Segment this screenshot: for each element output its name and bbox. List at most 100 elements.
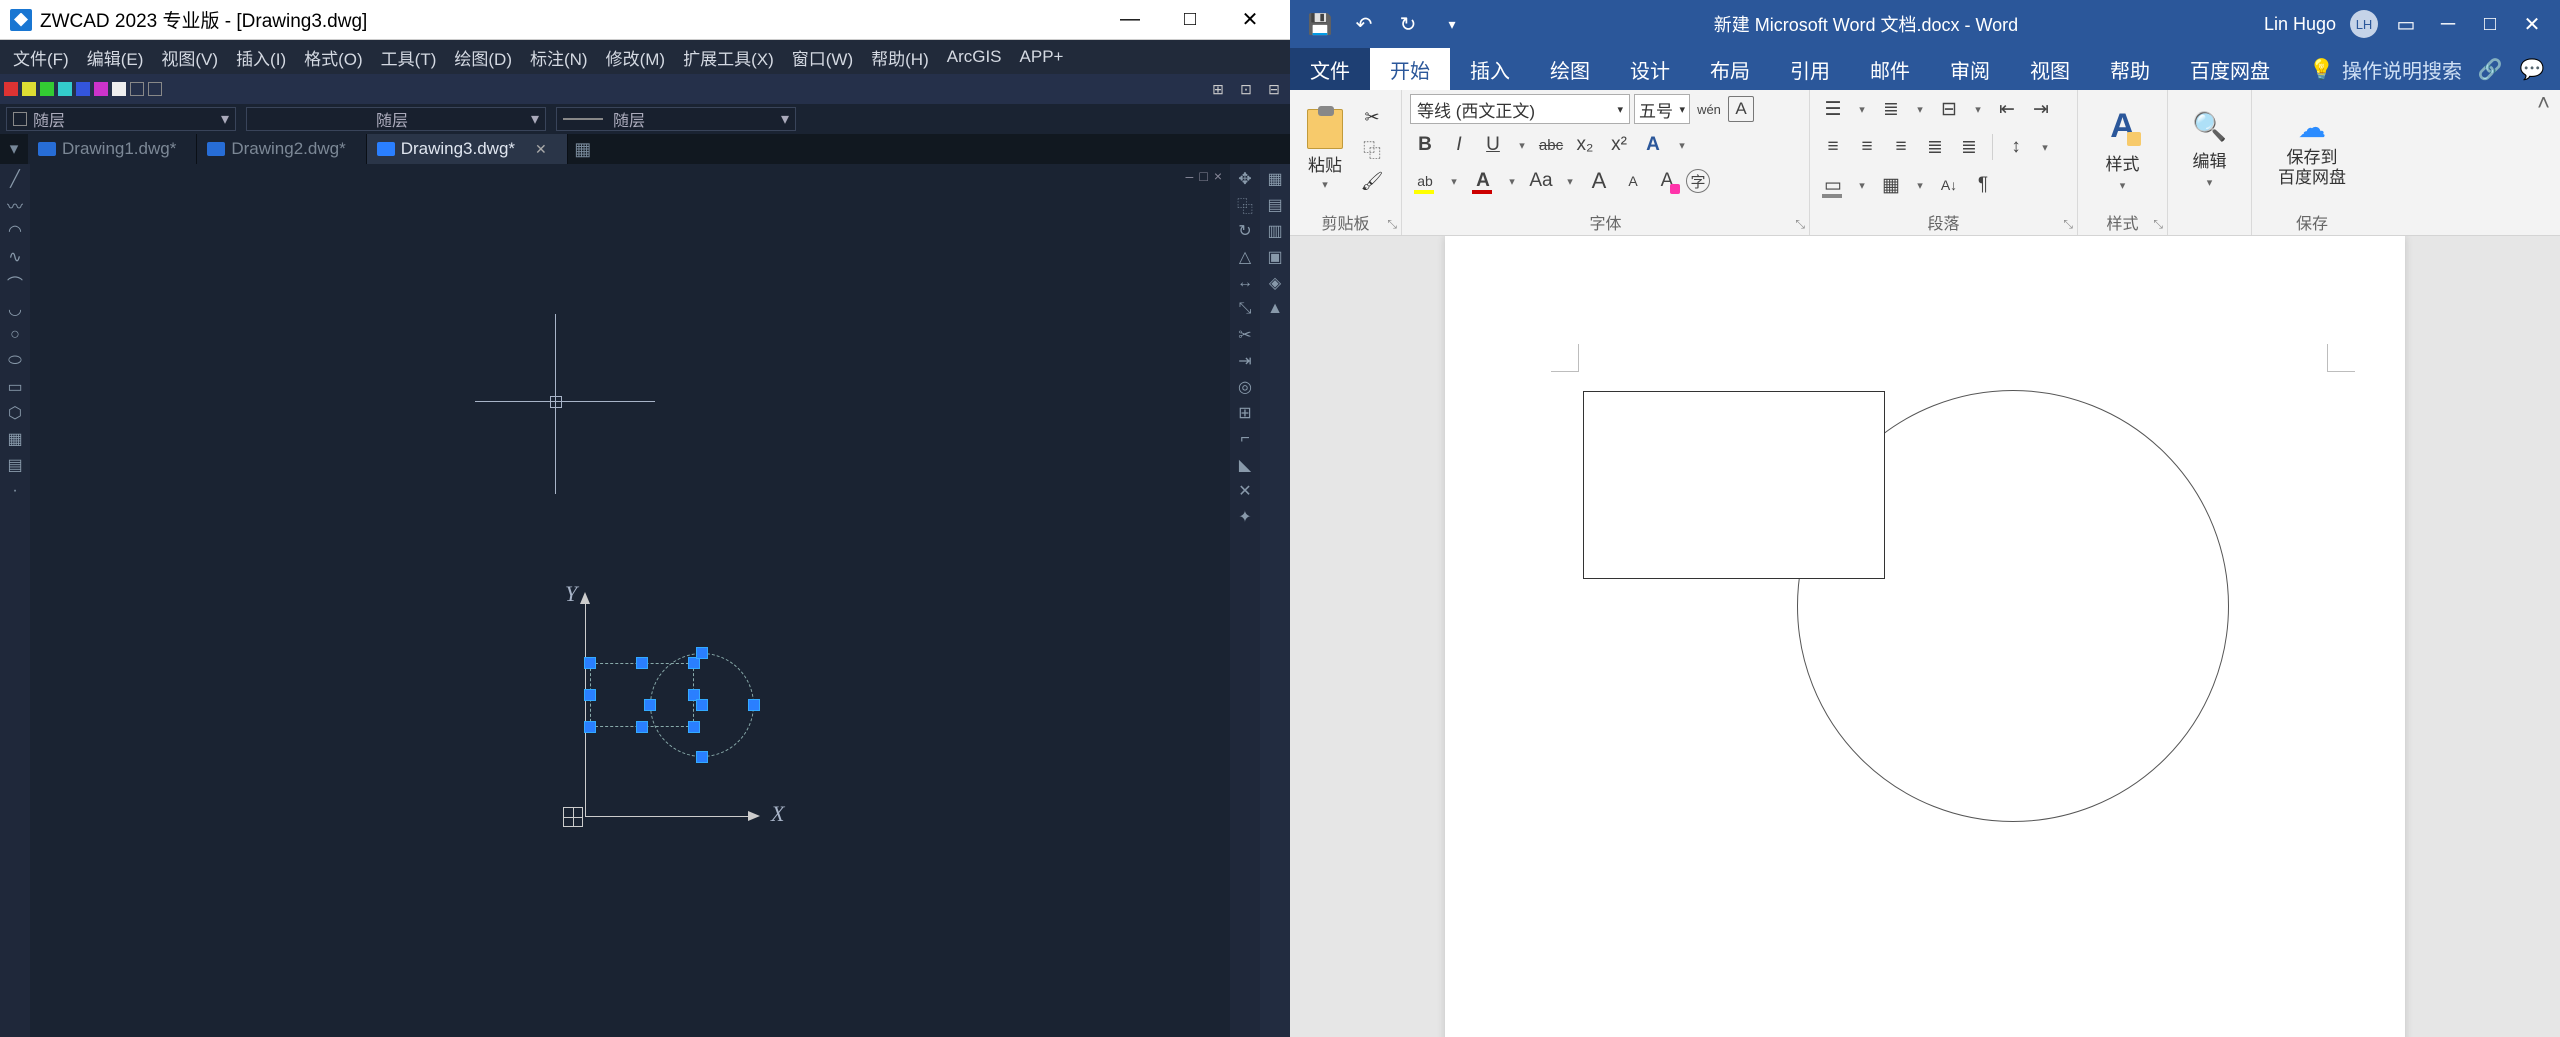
word-user-name[interactable]: Lin Hugo xyxy=(2264,14,2336,35)
color-yellow-icon[interactable] xyxy=(22,82,36,96)
tab-view[interactable]: 视图 xyxy=(2010,48,2090,90)
align-justify-button[interactable]: ≣ xyxy=(1920,132,1950,162)
menu-help[interactable]: 帮助(H) xyxy=(862,45,938,70)
menu-edit[interactable]: 编辑(E) xyxy=(78,45,153,70)
tell-me-search[interactable]: 💡 操作说明搜索 xyxy=(2309,55,2462,84)
collapse-ribbon-icon[interactable]: ˄ xyxy=(2537,90,2550,229)
scale-tool-icon[interactable]: ⤡ xyxy=(1234,298,1256,320)
word-minimize-button[interactable]: ─ xyxy=(2434,10,2462,38)
arc2-tool-icon[interactable]: ⌒ xyxy=(4,272,26,294)
qat-customize-icon[interactable]: ▾ xyxy=(1438,10,1466,38)
tab-references[interactable]: 引用 xyxy=(1770,48,1850,90)
stretch-tool-icon[interactable]: ↔ xyxy=(1234,272,1256,294)
table-tool-icon[interactable]: ▤ xyxy=(4,454,26,476)
polyline-tool-icon[interactable]: 〰 xyxy=(4,194,26,216)
increase-indent-button[interactable]: ⇥ xyxy=(2026,94,2056,124)
word-close-button[interactable]: ✕ xyxy=(2518,10,2546,38)
font-color-button[interactable]: A xyxy=(1468,166,1498,196)
zwcad-titlebar[interactable]: ZWCAD 2023 专业版 - [Drawing3.dwg] — □ ✕ xyxy=(0,0,1290,40)
borders-button[interactable]: ▦ xyxy=(1876,170,1906,200)
copy-icon[interactable]: ⿻ xyxy=(1358,136,1386,164)
tab-baidu[interactable]: 百度网盘 xyxy=(2170,48,2290,90)
strike-button[interactable]: abc xyxy=(1536,130,1566,160)
arc-tool-icon[interactable]: ◠ xyxy=(4,220,26,242)
menu-file[interactable]: 文件(F) xyxy=(4,45,78,70)
font-size-dropdown[interactable]: 五号▾ xyxy=(1634,94,1690,124)
palette1-icon[interactable]: ▦ xyxy=(1264,168,1286,190)
tab-help[interactable]: 帮助 xyxy=(2090,48,2170,90)
grip[interactable] xyxy=(584,721,596,733)
superscript-button[interactable]: x² xyxy=(1604,130,1634,160)
menu-insert[interactable]: 插入(I) xyxy=(227,45,295,70)
array-tool-icon[interactable]: ⊞ xyxy=(1234,402,1256,424)
shading-button[interactable]: ▭ xyxy=(1818,170,1848,200)
distribute-button[interactable]: ≣ xyxy=(1954,132,1984,162)
font-name-dropdown[interactable]: 等线 (西文正文)▾ xyxy=(1410,94,1630,124)
tab-close-icon[interactable]: ✕ xyxy=(535,141,547,158)
shrink-font-button[interactable]: A xyxy=(1618,166,1648,196)
show-marks-button[interactable]: ¶ xyxy=(1968,170,1998,200)
menu-dimension[interactable]: 标注(N) xyxy=(521,45,597,70)
inner-close[interactable]: × xyxy=(1214,168,1222,184)
tool-c-icon[interactable]: ⊟ xyxy=(1262,77,1286,101)
color-magenta-icon[interactable] xyxy=(94,82,108,96)
fillet-tool-icon[interactable]: ⌐ xyxy=(1234,428,1256,450)
rectangle-shape[interactable] xyxy=(1583,391,1885,579)
ribbon-mode-icon[interactable]: ▭ xyxy=(2392,10,2420,38)
styles-button[interactable]: A 样式 ▾ xyxy=(2091,103,2155,196)
tab-mailings[interactable]: 邮件 xyxy=(1850,48,1930,90)
palette4-icon[interactable]: ▣ xyxy=(1264,246,1286,268)
save-baidu-button[interactable]: ☁ 保存到 百度网盘 xyxy=(2262,107,2362,193)
copy-tool-icon[interactable]: ⿻ xyxy=(1234,194,1256,216)
menu-tools[interactable]: 工具(T) xyxy=(372,45,446,70)
palette2-icon[interactable]: ▤ xyxy=(1264,194,1286,216)
change-case-button[interactable]: Aa xyxy=(1526,166,1556,196)
menu-window[interactable]: 窗口(W) xyxy=(783,45,862,70)
ellipse-arc-tool-icon[interactable]: ◡ xyxy=(4,298,26,320)
format-painter-icon[interactable]: 🖌 xyxy=(1358,168,1386,196)
ellipse-tool-icon[interactable]: ⬭ xyxy=(4,350,26,372)
grow-font-button[interactable]: A xyxy=(1584,166,1614,196)
share-icon[interactable]: 🔗 xyxy=(2476,55,2504,83)
zwcad-close-button[interactable]: ✕ xyxy=(1230,5,1270,35)
tab-drawing3[interactable]: Drawing3.dwg*✕ xyxy=(367,134,568,164)
menu-format[interactable]: 格式(O) xyxy=(295,45,372,70)
dialog-launcher-icon[interactable]: ⤡ xyxy=(2063,217,2073,232)
word-document-area[interactable] xyxy=(1290,236,2560,1037)
zwcad-maximize-button[interactable]: □ xyxy=(1170,5,1210,35)
rectangle-tool-icon[interactable]: ▭ xyxy=(4,376,26,398)
tab-drawing1[interactable]: Drawing1.dwg* xyxy=(28,134,197,164)
text-effects-icon[interactable]: A xyxy=(1638,130,1668,160)
comments-icon[interactable]: 💬 xyxy=(2518,55,2546,83)
color-white-icon[interactable] xyxy=(112,82,126,96)
highlight-button[interactable]: ab xyxy=(1410,166,1440,196)
palette3-icon[interactable]: ▥ xyxy=(1264,220,1286,242)
bullets-button[interactable]: ☰ xyxy=(1818,94,1848,124)
line-spacing-button[interactable]: ↕ xyxy=(2001,132,2031,162)
dialog-launcher-icon[interactable]: ⤡ xyxy=(2153,217,2163,232)
color-dropdown[interactable]: 随层▾ xyxy=(6,107,236,131)
hatch-tool-icon[interactable]: ▦ xyxy=(4,428,26,450)
inner-maximize[interactable]: □ xyxy=(1199,168,1207,184)
align-center-button[interactable]: ≡ xyxy=(1852,132,1882,162)
dialog-launcher-icon[interactable]: ⤡ xyxy=(1795,217,1805,232)
move-tool-icon[interactable]: ✥ xyxy=(1234,168,1256,190)
lineweight-dropdown[interactable]: 随层▾ xyxy=(556,107,796,131)
grip[interactable] xyxy=(696,751,708,763)
offset-tool-icon[interactable]: ◎ xyxy=(1234,376,1256,398)
tab-draw[interactable]: 绘图 xyxy=(1530,48,1610,90)
polygon-tool-icon[interactable]: ⬡ xyxy=(4,402,26,424)
undo-icon[interactable]: ↶ xyxy=(1350,10,1378,38)
paste-button[interactable]: 粘贴 ▾ xyxy=(1298,109,1352,191)
tab-file[interactable]: 文件 xyxy=(1290,48,1370,90)
mirror-tool-icon[interactable]: △ xyxy=(1234,246,1256,268)
point-tool-icon[interactable]: · xyxy=(4,480,26,502)
grip[interactable] xyxy=(748,699,760,711)
tab-drawing2[interactable]: Drawing2.dwg* xyxy=(197,134,366,164)
align-left-button[interactable]: ≡ xyxy=(1818,132,1848,162)
clear-format-button[interactable]: A xyxy=(1652,166,1682,196)
subscript-button[interactable]: x₂ xyxy=(1570,130,1600,160)
tool-b-icon[interactable]: ⊡ xyxy=(1234,77,1258,101)
grip[interactable] xyxy=(636,721,648,733)
color-blue-icon[interactable] xyxy=(76,82,90,96)
